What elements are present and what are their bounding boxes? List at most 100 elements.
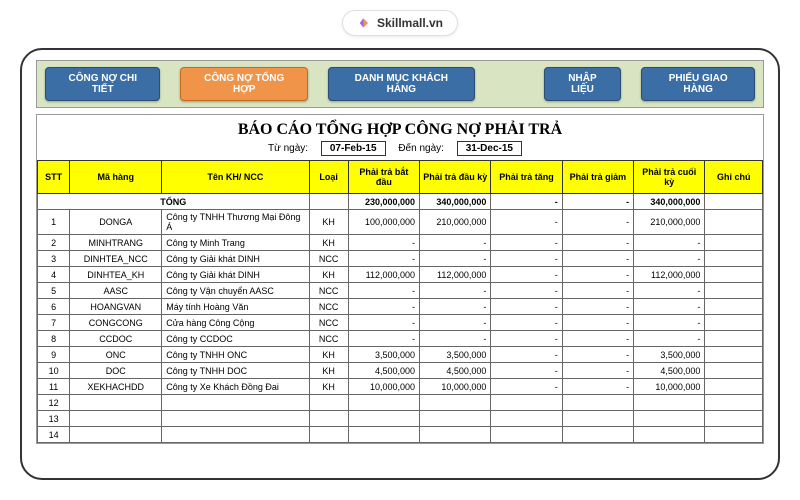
cell[interactable] <box>348 427 419 443</box>
cell[interactable]: - <box>562 347 633 363</box>
cell[interactable]: Công ty Giải khát DINH <box>162 251 309 267</box>
cell[interactable]: - <box>420 251 491 267</box>
cell[interactable]: HOANGVAN <box>70 299 162 315</box>
cell[interactable]: Công ty Xe Khách Đồng Đai <box>162 379 309 395</box>
cell[interactable] <box>70 411 162 427</box>
cell[interactable]: - <box>562 299 633 315</box>
cell[interactable]: KH <box>309 267 348 283</box>
cell[interactable] <box>309 411 348 427</box>
cell[interactable]: ONC <box>70 347 162 363</box>
cell[interactable] <box>705 315 763 331</box>
cell[interactable]: - <box>562 283 633 299</box>
cell[interactable]: KH <box>309 210 348 235</box>
cell[interactable]: KH <box>309 347 348 363</box>
cell[interactable] <box>705 395 763 411</box>
cell[interactable] <box>491 395 562 411</box>
cell[interactable]: - <box>562 267 633 283</box>
cell[interactable]: - <box>491 363 562 379</box>
cell[interactable]: - <box>491 235 562 251</box>
cell[interactable] <box>705 379 763 395</box>
cell[interactable]: - <box>634 315 705 331</box>
cell[interactable]: - <box>420 315 491 331</box>
cell[interactable]: 10,000,000 <box>634 379 705 395</box>
cell[interactable]: 3,500,000 <box>420 347 491 363</box>
cell[interactable]: - <box>562 363 633 379</box>
cell[interactable]: - <box>420 235 491 251</box>
cell[interactable]: - <box>562 235 633 251</box>
cell[interactable]: Cửa hàng Công Cộng <box>162 315 309 331</box>
cell[interactable]: - <box>634 331 705 347</box>
cell[interactable]: - <box>634 235 705 251</box>
cell[interactable]: 10,000,000 <box>420 379 491 395</box>
cell[interactable]: KH <box>309 235 348 251</box>
cell[interactable]: - <box>491 347 562 363</box>
cell[interactable]: - <box>634 283 705 299</box>
cell[interactable]: Công ty Giải khát DINH <box>162 267 309 283</box>
cell[interactable]: AASC <box>70 283 162 299</box>
cell[interactable]: - <box>491 251 562 267</box>
cell[interactable]: 7 <box>38 315 70 331</box>
cell[interactable] <box>420 411 491 427</box>
cell[interactable]: 210,000,000 <box>420 210 491 235</box>
cell[interactable] <box>705 363 763 379</box>
cell[interactable] <box>420 427 491 443</box>
cell[interactable] <box>491 411 562 427</box>
cell[interactable]: XEKHACHDD <box>70 379 162 395</box>
cell[interactable]: 4,500,000 <box>420 363 491 379</box>
cell[interactable] <box>705 347 763 363</box>
cell[interactable]: 112,000,000 <box>420 267 491 283</box>
nav-customers[interactable]: DANH MỤC KHÁCH HÀNG <box>328 67 475 101</box>
cell[interactable] <box>705 235 763 251</box>
cell[interactable]: 10 <box>38 363 70 379</box>
cell[interactable]: - <box>348 283 419 299</box>
cell[interactable]: - <box>634 251 705 267</box>
cell[interactable]: 112,000,000 <box>634 267 705 283</box>
cell[interactable]: 13 <box>38 411 70 427</box>
cell[interactable]: 9 <box>38 347 70 363</box>
cell[interactable]: 100,000,000 <box>348 210 419 235</box>
cell[interactable]: 12 <box>38 395 70 411</box>
cell[interactable]: - <box>491 331 562 347</box>
cell[interactable] <box>705 283 763 299</box>
nav-summary[interactable]: CÔNG NỢ TỔNG HỢP <box>180 67 307 101</box>
cell[interactable]: NCC <box>309 251 348 267</box>
cell[interactable] <box>162 427 309 443</box>
cell[interactable]: 2 <box>38 235 70 251</box>
cell[interactable]: CONGCONG <box>70 315 162 331</box>
cell[interactable]: Công ty CCDOC <box>162 331 309 347</box>
cell[interactable]: - <box>491 267 562 283</box>
cell[interactable]: - <box>562 379 633 395</box>
cell[interactable]: - <box>562 251 633 267</box>
cell[interactable]: 11 <box>38 379 70 395</box>
cell[interactable]: 8 <box>38 331 70 347</box>
cell[interactable]: Công ty Vận chuyển AASC <box>162 283 309 299</box>
nav-delivery[interactable]: PHIẾU GIAO HÀNG <box>641 67 755 101</box>
cell[interactable] <box>634 411 705 427</box>
cell[interactable]: - <box>348 235 419 251</box>
cell[interactable]: - <box>491 299 562 315</box>
cell[interactable] <box>705 251 763 267</box>
cell[interactable]: - <box>491 379 562 395</box>
cell[interactable]: 5 <box>38 283 70 299</box>
cell[interactable] <box>491 427 562 443</box>
cell[interactable]: - <box>634 299 705 315</box>
cell[interactable]: - <box>348 315 419 331</box>
cell[interactable]: DONGA <box>70 210 162 235</box>
cell[interactable] <box>348 411 419 427</box>
cell[interactable] <box>309 395 348 411</box>
cell[interactable]: - <box>562 210 633 235</box>
cell[interactable]: 1 <box>38 210 70 235</box>
cell[interactable]: 112,000,000 <box>348 267 419 283</box>
cell[interactable]: NCC <box>309 283 348 299</box>
cell[interactable]: 10,000,000 <box>348 379 419 395</box>
cell[interactable] <box>705 267 763 283</box>
to-date-input[interactable]: 31-Dec-15 <box>457 141 522 156</box>
cell[interactable]: - <box>562 331 633 347</box>
cell[interactable]: - <box>348 251 419 267</box>
cell[interactable]: NCC <box>309 315 348 331</box>
cell[interactable]: 4,500,000 <box>634 363 705 379</box>
cell[interactable]: Công ty TNHH DOC <box>162 363 309 379</box>
cell[interactable] <box>705 331 763 347</box>
cell[interactable]: - <box>348 331 419 347</box>
cell[interactable] <box>70 427 162 443</box>
